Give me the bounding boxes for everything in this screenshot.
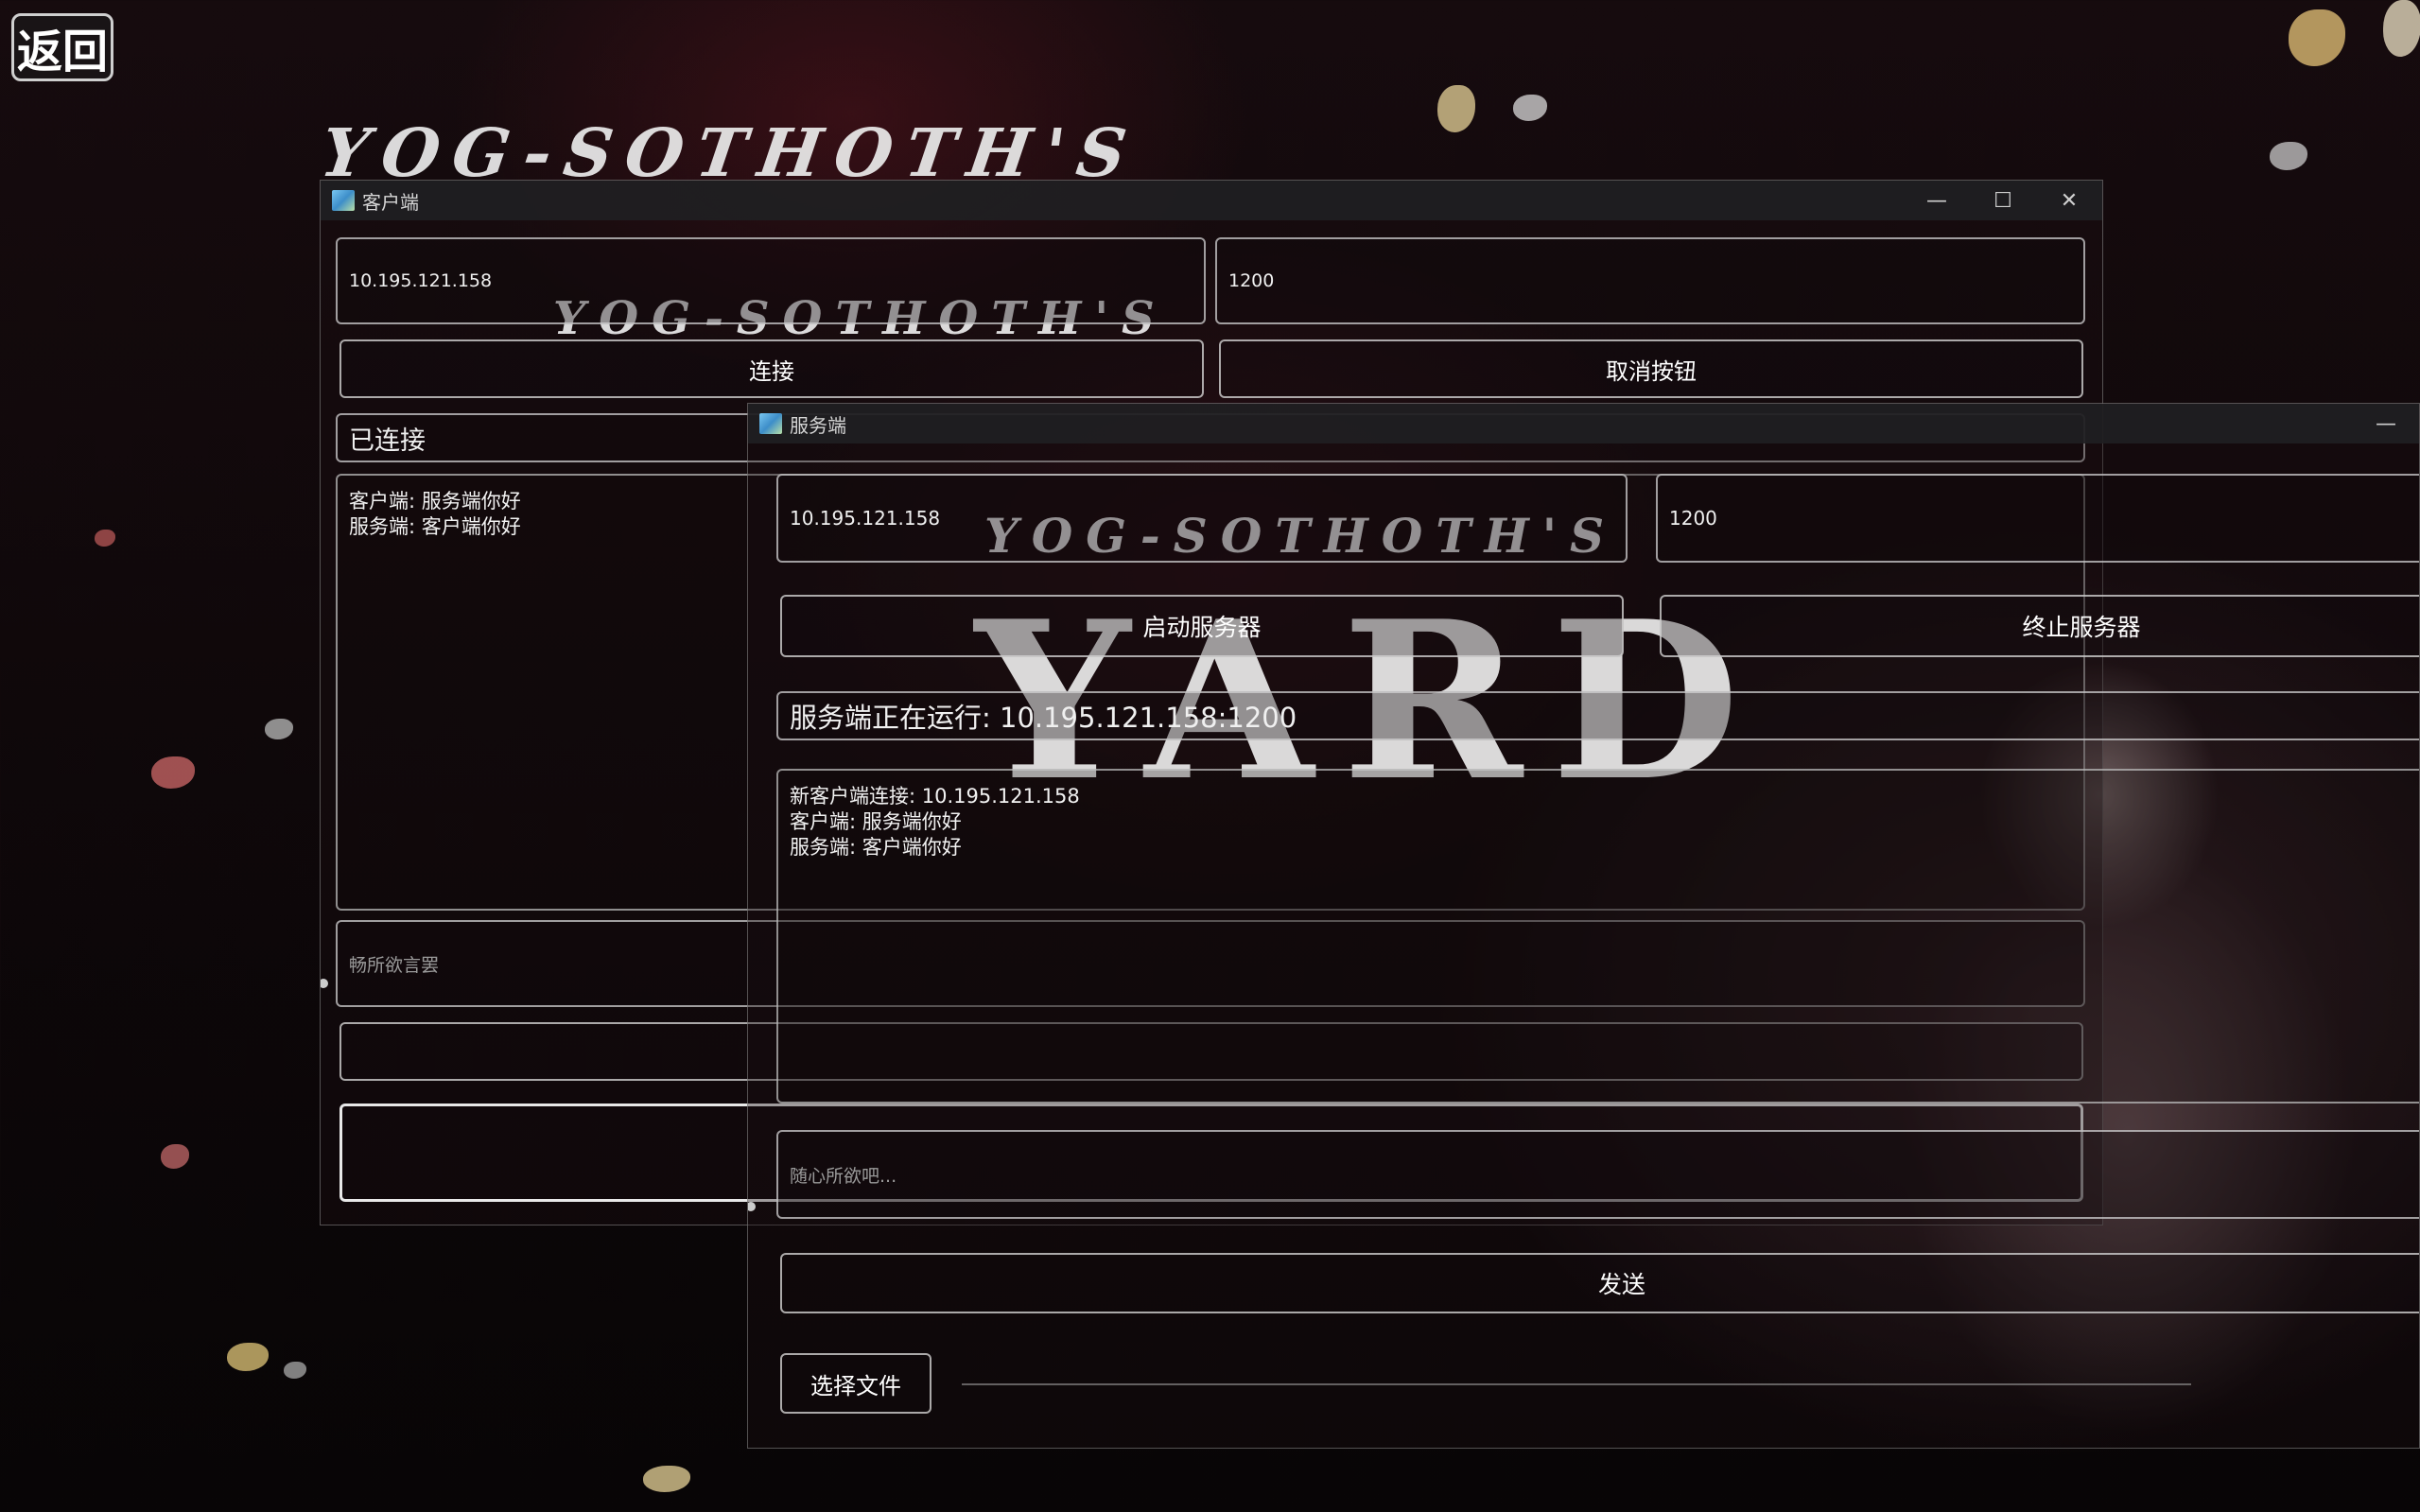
start-server-label: 启动服务器 — [1142, 614, 1262, 641]
server-ip-value: 10.195.121.158 — [790, 507, 941, 530]
server-message-log: 新客户端连接: 10.195.121.158 客户端: 服务端你好 服务端: 客… — [776, 769, 2419, 1104]
petal-decoration — [2270, 142, 2307, 170]
select-file-button[interactable]: 选择文件 — [780, 1353, 931, 1414]
server-ip-field[interactable]: 10.195.121.158 — [776, 474, 1628, 563]
stop-server-button[interactable]: 终止服务器 — [1660, 595, 2419, 657]
client-status-text: 已连接 — [349, 426, 426, 456]
app-icon — [332, 190, 355, 211]
close-icon[interactable]: ✕ — [2036, 181, 2102, 220]
petal-decoration — [284, 1362, 306, 1379]
server-message-placeholder: 随心所欲吧... — [790, 1165, 897, 1187]
app-icon — [759, 413, 782, 434]
log-line: 服务端: 客户端你好 — [790, 836, 962, 859]
petal-decoration — [265, 719, 293, 739]
minimize-icon[interactable]: — — [2353, 404, 2419, 443]
client-titlebar[interactable]: 客户端 — ☐ ✕ — [321, 181, 2102, 220]
send-button-label: 发送 — [1597, 1271, 1645, 1298]
server-message-input[interactable]: 随心所欲吧... — [776, 1130, 2419, 1219]
server-status-field: 服务端正在运行: 10.195.121.158:1200 — [776, 691, 2419, 740]
server-status-text: 服务端正在运行: 10.195.121.158:1200 — [790, 702, 1297, 734]
petal-decoration — [2289, 9, 2345, 66]
splitter-handle[interactable] — [321, 979, 328, 988]
server-window-title: 服务端 — [790, 413, 846, 437]
client-port-value: 1200 — [1228, 270, 1275, 291]
cancel-button-label: 取消按钮 — [1606, 357, 1697, 385]
server-port-value: 1200 — [1669, 507, 1717, 530]
send-button[interactable]: 发送 — [780, 1253, 2419, 1313]
client-ip-value: 10.195.121.158 — [349, 270, 493, 291]
stop-server-label: 终止服务器 — [2022, 614, 2141, 641]
petal-decoration — [1437, 85, 1475, 132]
client-ip-field[interactable]: 10.195.121.158 — [336, 237, 1206, 324]
log-line: 新客户端连接: 10.195.121.158 — [790, 785, 1080, 808]
petal-decoration — [643, 1466, 690, 1492]
petal-decoration — [2383, 0, 2420, 57]
file-progress-track — [962, 1383, 2191, 1385]
minimize-icon[interactable]: — — [1904, 181, 1970, 220]
maximize-icon[interactable]: ☐ — [1970, 181, 2036, 220]
client-window-title: 客户端 — [362, 190, 419, 214]
start-server-button[interactable]: 启动服务器 — [780, 595, 1624, 657]
cancel-button[interactable]: 取消按钮 — [1219, 339, 2083, 398]
petal-decoration — [161, 1144, 189, 1169]
log-line: 客户端: 服务端你好 — [790, 810, 962, 833]
server-window: 服务端 — YOG-SOTHOTH'S YARD 10.195.121.158 … — [747, 403, 2420, 1449]
select-file-label: 选择文件 — [810, 1372, 901, 1399]
server-port-field[interactable]: 1200 — [1656, 474, 2419, 563]
petal-decoration — [151, 756, 195, 789]
client-port-field[interactable]: 1200 — [1215, 237, 2085, 324]
petal-decoration — [95, 530, 115, 547]
client-message-placeholder: 畅所欲言罢 — [349, 954, 440, 976]
server-titlebar[interactable]: 服务端 — — [748, 404, 2419, 443]
connect-button-label: 连接 — [749, 357, 794, 385]
petal-decoration — [1513, 95, 1547, 121]
back-button[interactable]: 返回 — [11, 13, 113, 81]
connect-button[interactable]: 连接 — [339, 339, 1204, 398]
petal-decoration — [227, 1343, 269, 1371]
splitter-handle[interactable] — [748, 1202, 756, 1211]
